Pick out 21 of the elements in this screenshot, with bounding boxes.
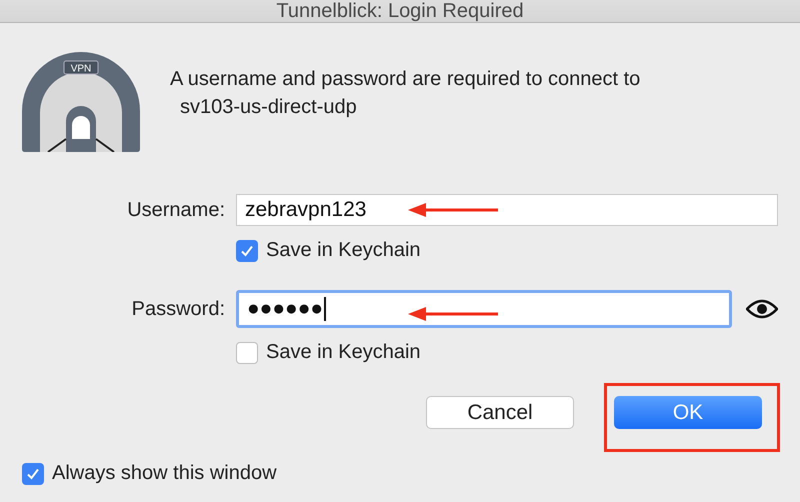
server-name: sv103-us-direct-udp [179, 95, 358, 120]
message-text: A username and password are required to connect to [170, 67, 640, 92]
checkbox-label: Save in Keychain [266, 341, 421, 364]
field-label: Password: [130, 298, 225, 320]
field-value: zebravpn123 [245, 198, 366, 222]
window-title: Tunnelblick: Login Required [276, 0, 524, 23]
checkbox[interactable] [236, 342, 258, 364]
field-label: Username: [126, 198, 225, 222]
checkmark-icon [26, 466, 40, 480]
vpn-label: VPN [70, 64, 92, 74]
field-value: ●●●●●● [247, 297, 326, 321]
tunnel-logo-icon [22, 52, 140, 152]
checkmark-icon [240, 244, 254, 258]
cancel-button[interactable]: Cancel [426, 396, 574, 429]
eye-icon[interactable] [746, 299, 778, 319]
checkbox[interactable] [22, 462, 44, 484]
checkbox-label: Always show this window [52, 462, 277, 485]
username-field[interactable]: zebravpn123 [236, 194, 778, 226]
checkbox[interactable] [236, 240, 258, 262]
checkbox-label: Save in Keychain [266, 239, 421, 262]
password-field[interactable]: ●●●●●● [236, 290, 732, 328]
